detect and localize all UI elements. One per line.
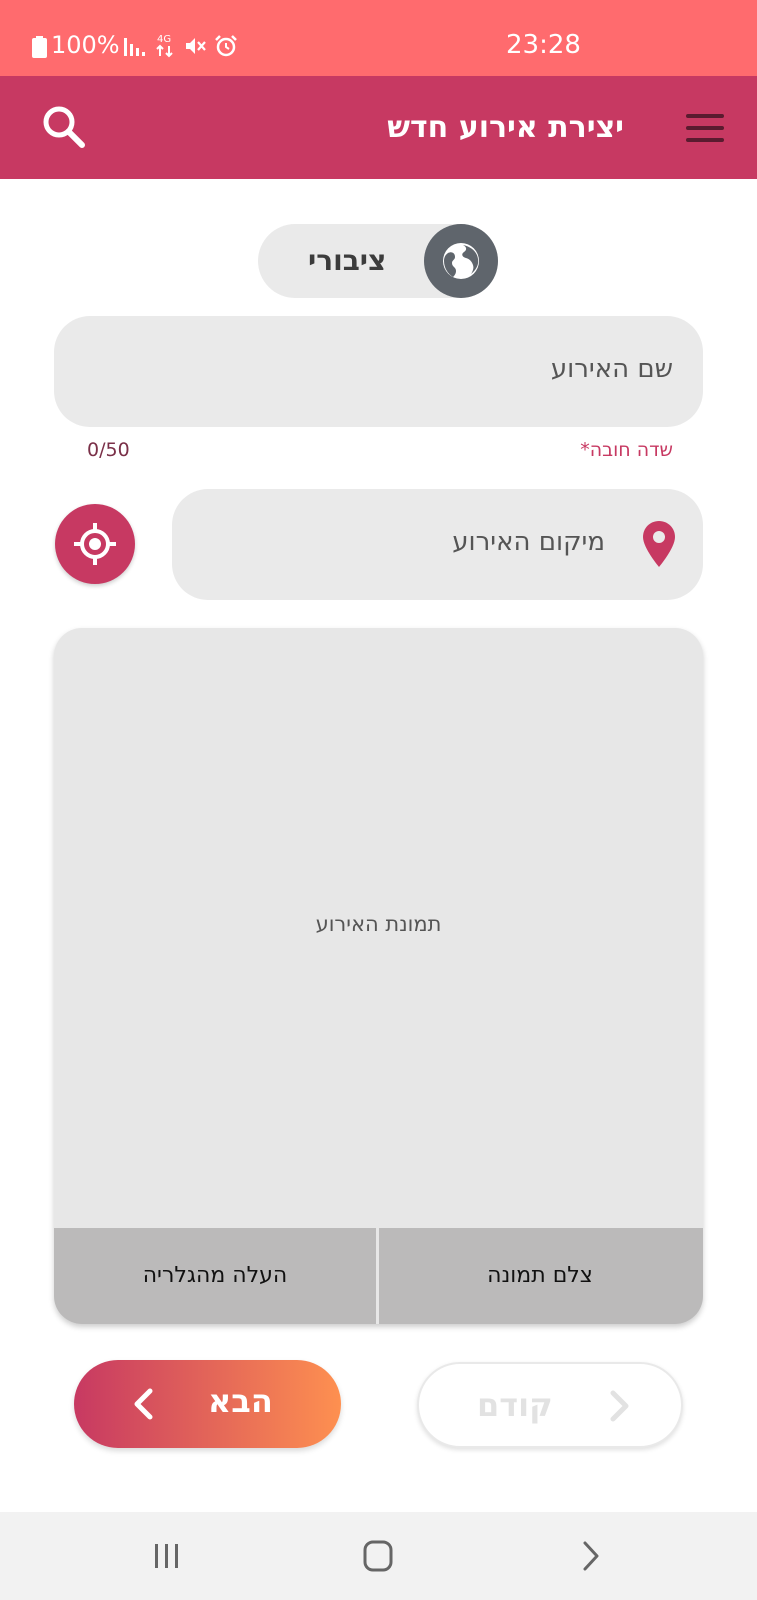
page-title: יצירת אירוע חדש	[387, 110, 624, 145]
globe-icon	[443, 243, 479, 279]
battery-icon	[32, 36, 47, 58]
crosshair-icon	[74, 523, 116, 565]
next-button[interactable]: הבא	[74, 1360, 341, 1448]
clock: 23:28	[506, 30, 581, 60]
current-location-button[interactable]	[55, 504, 135, 584]
event-name-input[interactable]: שם האירוע	[54, 316, 703, 427]
hamburger-icon	[686, 114, 724, 118]
event-location-placeholder: מיקום האירוע	[452, 527, 605, 557]
recent-apps-button[interactable]	[145, 1536, 189, 1576]
required-field-note: שדה חובה*	[580, 439, 673, 461]
event-location-input[interactable]: מיקום האירוע	[172, 489, 703, 600]
take-photo-button[interactable]: צלם תמונה	[379, 1228, 701, 1324]
mobile-data-icon: 4G	[156, 34, 173, 58]
recents-icon	[155, 1544, 178, 1568]
image-source-buttons: העלה מהגלריה צלם תמונה	[54, 1228, 703, 1324]
chevron-left-icon	[134, 1388, 153, 1420]
next-button-label: הבא	[208, 1382, 273, 1420]
app-bar: יצירת אירוע חדש	[0, 76, 757, 179]
event-name-placeholder: שם האירוע	[550, 354, 673, 384]
event-image-placeholder: תמונת האירוע	[315, 912, 442, 936]
battery-percentage: 100%	[51, 31, 120, 59]
privacy-toggle-knob	[424, 224, 498, 298]
back-button[interactable]	[568, 1536, 612, 1576]
search-button[interactable]	[40, 103, 88, 151]
privacy-toggle-label: ציבורי	[308, 244, 387, 277]
home-icon	[363, 1540, 393, 1572]
event-image-card: תמונת האירוע העלה מהגלריה צלם תמונה	[54, 628, 703, 1324]
previous-button-label: קודם	[477, 1386, 553, 1424]
svg-text:4G: 4G	[157, 34, 171, 45]
chevron-right-icon	[610, 1390, 629, 1422]
search-icon	[43, 106, 85, 148]
character-counter: 0/50	[87, 439, 130, 461]
status-bar: 100% 4G 23:28	[0, 0, 757, 76]
alarm-icon	[215, 35, 237, 57]
signal-icon	[124, 38, 145, 56]
system-navigation-bar	[0, 1512, 757, 1600]
mute-icon	[186, 38, 206, 54]
menu-button[interactable]	[686, 114, 724, 142]
previous-button[interactable]: קודם	[417, 1362, 683, 1448]
privacy-toggle[interactable]: ציבורי	[258, 224, 498, 298]
back-icon	[583, 1541, 599, 1571]
home-button[interactable]	[356, 1536, 400, 1576]
upload-from-gallery-button[interactable]: העלה מהגלריה	[54, 1228, 376, 1324]
location-pin-icon	[643, 521, 675, 567]
